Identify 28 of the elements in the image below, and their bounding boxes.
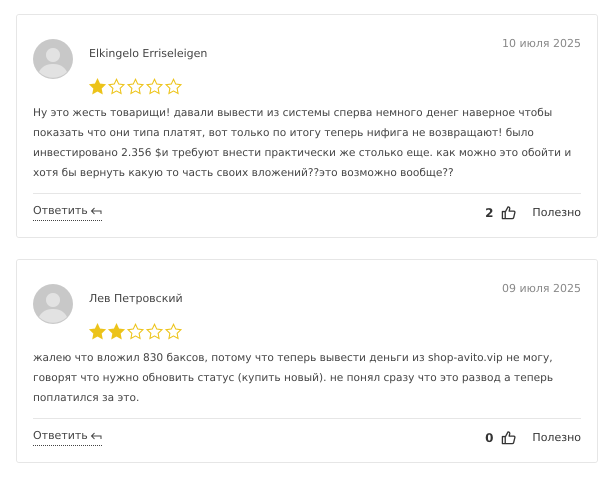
avatar-icon	[33, 284, 73, 324]
reply-link[interactable]: Ответить	[33, 204, 102, 221]
author-name: Лев Петровский	[89, 292, 184, 305]
filled-star-icon	[89, 323, 106, 340]
thumbs-up-icon[interactable]	[501, 205, 516, 220]
empty-star-icon	[165, 323, 182, 340]
empty-star-icon	[146, 323, 163, 340]
empty-star-icon	[108, 78, 125, 95]
helpful-label[interactable]: Полезно	[532, 206, 581, 219]
reply-link[interactable]: Ответить	[33, 429, 102, 446]
filled-star-icon	[108, 323, 125, 340]
like-count: 2	[485, 206, 494, 220]
reply-icon	[90, 206, 102, 215]
reply-icon	[90, 431, 102, 440]
empty-star-icon	[146, 78, 163, 95]
avatar-icon	[33, 39, 73, 79]
thumbs-up-icon[interactable]	[501, 430, 516, 445]
empty-star-icon	[127, 323, 144, 340]
empty-star-icon	[127, 78, 144, 95]
helpful-label[interactable]: Полезно	[532, 431, 581, 444]
review-date: 10 июля 2025	[502, 37, 581, 50]
review-date: 09 июля 2025	[502, 282, 581, 295]
review-text: Ну это жесть товарищи! давали вывести из системы сперва немного денег наверное чтобы показать что они типа платят, вот только по итогу теперь нифига не возвращают! было инвестировано 2.356 $и требуют внести практически же столько еще. как можно это обойти и хотя бы вернуть какую то часть своих вложений??это возможно вообще??	[33, 106, 572, 181]
review-text: жалею что вложил 830 баксов, потому что теперь вывести деньги из shop-avito.vip не могу, говорят что нужно обновить статус (купить новый). не понял сразу что это развод а теперь поплатился за это.	[33, 351, 554, 406]
empty-star-icon	[165, 78, 182, 95]
filled-star-icon	[89, 78, 106, 95]
like-count: 0	[485, 430, 494, 444]
author-name: Elkingelo Erriseleigen	[89, 47, 208, 60]
